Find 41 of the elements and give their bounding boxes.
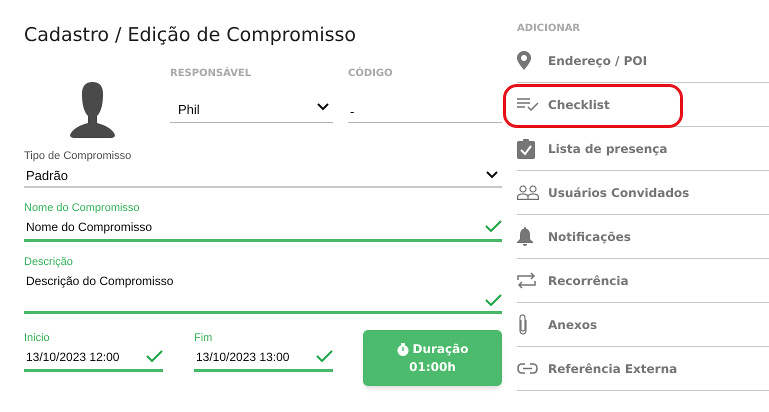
avatar-icon	[70, 82, 115, 138]
chevron-down-icon	[317, 103, 329, 111]
type-select[interactable]: Padrão	[24, 168, 502, 188]
checkmark-icon	[146, 350, 163, 363]
field-label: RESPONSÁVEL	[170, 68, 252, 80]
field-label: Descrição	[24, 256, 73, 269]
section-heading: ADICIONAR	[517, 23, 580, 35]
sidebar-item[interactable]: Endereço / POI	[517, 46, 648, 76]
description-field[interactable]: Descrição do Compromisso	[24, 274, 502, 314]
paperclip-icon	[517, 314, 529, 335]
sidebar-item[interactable]: Usuários Convidados	[517, 178, 690, 208]
checklist-icon	[517, 98, 539, 111]
name-field[interactable]: Nome do Compromisso	[24, 220, 502, 242]
start-date-field[interactable]: 13/10/2023 12:00	[24, 350, 163, 372]
sidebar-item[interactable]: Lista de presença	[517, 134, 668, 164]
checkmark-icon	[485, 220, 502, 233]
responsible-select[interactable]: Phil	[170, 100, 333, 123]
bell-icon	[517, 227, 533, 246]
field-label: Fim	[194, 332, 212, 345]
location-pin-icon	[517, 51, 531, 70]
sidebar-item[interactable]: Referência Externa	[517, 354, 678, 384]
sidebar-item[interactable]: Checklist	[517, 90, 610, 120]
field-label: CÓDIGO	[348, 68, 394, 80]
duration-button[interactable]: Duração 01:00h	[363, 330, 502, 386]
checkmark-icon	[485, 294, 502, 307]
end-date-field[interactable]: 13/10/2023 13:00	[194, 350, 333, 372]
sidebar-item[interactable]: Anexos	[517, 310, 598, 340]
sidebar-item[interactable]: Notificações	[517, 222, 631, 252]
repeat-icon	[517, 271, 536, 290]
page-title: Cadastro / Edição de Compromisso	[24, 23, 358, 47]
clipboard-check-icon	[517, 138, 535, 158]
users-icon	[517, 185, 539, 200]
checkmark-icon	[316, 350, 333, 363]
link-icon	[517, 363, 538, 374]
field-label: Inicio	[24, 332, 50, 345]
field-label: Tipo de Compromisso	[24, 150, 132, 163]
code-field[interactable]: -	[348, 100, 502, 123]
stopwatch-icon	[396, 342, 408, 356]
field-label: Nome do Compromisso	[24, 202, 140, 215]
chevron-down-icon	[486, 171, 498, 179]
sidebar-item[interactable]: Recorrência	[517, 266, 629, 296]
